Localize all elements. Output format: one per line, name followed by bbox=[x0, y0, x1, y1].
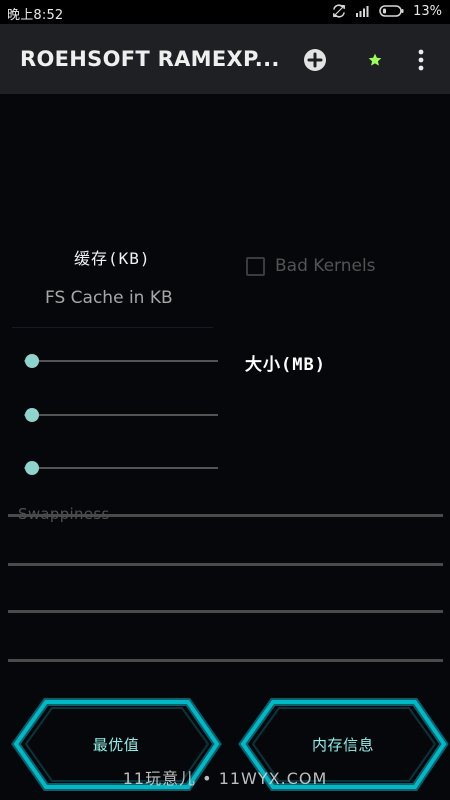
status-icons: 13% bbox=[331, 3, 442, 19]
favorite-button[interactable] bbox=[362, 47, 388, 73]
slider-2[interactable] bbox=[24, 405, 218, 425]
battery-icon bbox=[379, 4, 405, 18]
list-divider bbox=[8, 610, 443, 613]
star-icon bbox=[368, 53, 382, 66]
bad-kernels-checkbox[interactable] bbox=[246, 256, 265, 276]
slider-thumb[interactable] bbox=[25, 461, 39, 475]
slider-track bbox=[24, 467, 218, 469]
cache-subtitle: FS Cache in KB bbox=[45, 288, 173, 308]
status-bar: 晚上8:52 13% bbox=[0, 0, 450, 24]
status-time: 晚上8:52 bbox=[7, 8, 64, 23]
slider-3[interactable] bbox=[24, 458, 218, 478]
main-content bbox=[0, 94, 450, 800]
slider-track bbox=[24, 414, 218, 416]
list-divider bbox=[8, 659, 443, 662]
slider-thumb[interactable] bbox=[25, 354, 39, 368]
sync-icon bbox=[331, 3, 347, 19]
more-vert-icon bbox=[418, 49, 424, 71]
app-bar: ROEHSOFT RAMEXP... bbox=[0, 24, 450, 94]
slider-thumb[interactable] bbox=[25, 408, 39, 422]
watermark: 11玩意儿 • 11WYX.COM bbox=[122, 769, 328, 788]
signal-icon bbox=[355, 4, 371, 18]
app-title: ROEHSOFT RAMEXP... bbox=[20, 47, 280, 71]
memory-info-button-label: 内存信息 bbox=[311, 736, 374, 754]
bad-kernels-checkbox-row[interactable]: Bad Kernels bbox=[246, 256, 376, 276]
slider-1[interactable] bbox=[24, 351, 218, 371]
list-divider bbox=[8, 563, 443, 566]
cache-divider bbox=[12, 327, 213, 328]
slider-track bbox=[24, 360, 218, 362]
add-circle-icon bbox=[304, 49, 326, 71]
more-button[interactable] bbox=[408, 47, 434, 73]
add-button[interactable] bbox=[302, 47, 328, 73]
list-divider bbox=[8, 514, 443, 517]
size-label: 大小(MB) bbox=[245, 355, 326, 375]
cache-title: 缓存(KB) bbox=[74, 249, 151, 268]
bad-kernels-label: Bad Kernels bbox=[275, 256, 376, 276]
optimal-button-label: 最优值 bbox=[92, 736, 140, 754]
battery-percent: 13% bbox=[413, 3, 442, 19]
